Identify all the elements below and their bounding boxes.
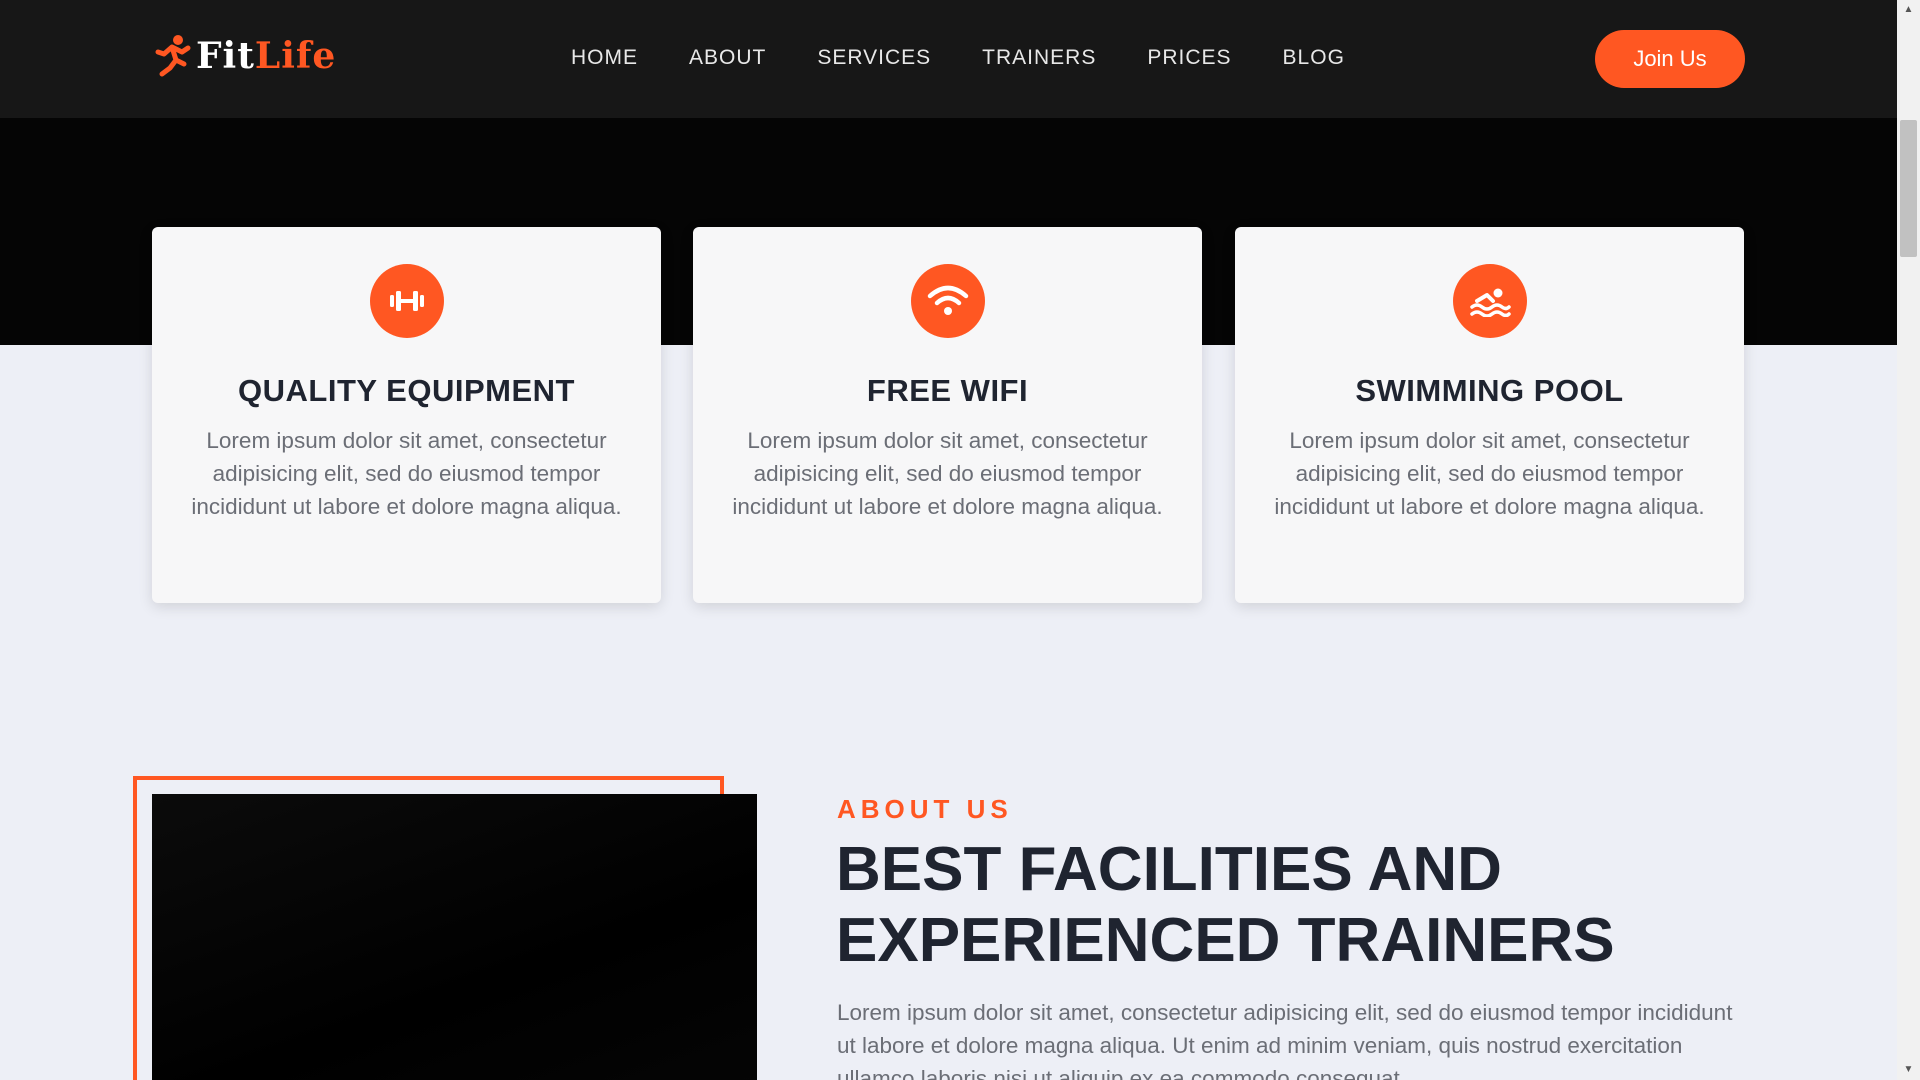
- swimmer-icon: [1470, 288, 1511, 317]
- brand-logo[interactable]: FitLife: [152, 34, 336, 78]
- feature-card-pool: SWIMMING POOL Lorem ipsum dolor sit amet…: [1235, 227, 1744, 603]
- nav-item-prices[interactable]: PRICES: [1147, 46, 1231, 70]
- feature-title: FREE WIFI: [866, 373, 1029, 408]
- wifi-icon: [927, 285, 969, 315]
- feature-description: Lorem ipsum dolor sit amet, consectetur …: [1274, 428, 1705, 519]
- feature-card-wifi: FREE WIFI Lorem ipsum dolor sit amet, co…: [693, 227, 1202, 603]
- runner-icon: [155, 35, 191, 77]
- scroll-up-arrow-icon[interactable]: ▲: [1897, 0, 1920, 20]
- scroll-down-arrow-icon[interactable]: ▼: [1897, 1060, 1920, 1080]
- feature-icon-badge: [1453, 264, 1527, 338]
- brand-name-fit: Fit: [196, 35, 255, 77]
- feature-description: Lorem ipsum dolor sit amet, consectetur …: [191, 428, 622, 519]
- join-us-button[interactable]: Join Us: [1595, 30, 1745, 88]
- nav-item-blog[interactable]: BLOG: [1283, 46, 1345, 70]
- brand-name-life: Life: [254, 35, 337, 77]
- about-paragraph: Lorem ipsum dolor sit amet, consectetur …: [837, 1000, 1733, 1080]
- nav-item-about[interactable]: ABOUT: [689, 46, 766, 70]
- feature-description: Lorem ipsum dolor sit amet, consectetur …: [732, 428, 1163, 519]
- vertical-scrollbar[interactable]: ▲ ▼: [1897, 0, 1920, 1080]
- about-heading: BEST FACILITIES AND EXPERIENCED TRAINERS: [836, 835, 1615, 975]
- nav-menu: HOME ABOUT SERVICES TRAINERS PRICES BLOG: [571, 46, 1345, 70]
- nav-item-services[interactable]: SERVICES: [817, 46, 931, 70]
- about-image: [152, 794, 757, 1080]
- brand-name: FitLife: [196, 35, 336, 77]
- feature-title: SWIMMING POOL: [1355, 373, 1624, 408]
- top-navbar: FitLife HOME ABOUT SERVICES TRAINERS PRI…: [0, 0, 1897, 118]
- nav-item-trainers[interactable]: TRAINERS: [982, 46, 1096, 70]
- scroll-thumb[interactable]: [1900, 120, 1917, 257]
- about-eyebrow: ABOUT US: [837, 794, 1013, 824]
- feature-icon-badge: [911, 264, 985, 338]
- feature-card-equipment: QUALITY EQUIPMENT Lorem ipsum dolor sit …: [152, 227, 661, 603]
- feature-title: QUALITY EQUIPMENT: [238, 373, 575, 408]
- nav-item-home[interactable]: HOME: [571, 46, 638, 70]
- feature-icon-badge: [370, 264, 444, 338]
- dumbbell-icon: [390, 291, 424, 311]
